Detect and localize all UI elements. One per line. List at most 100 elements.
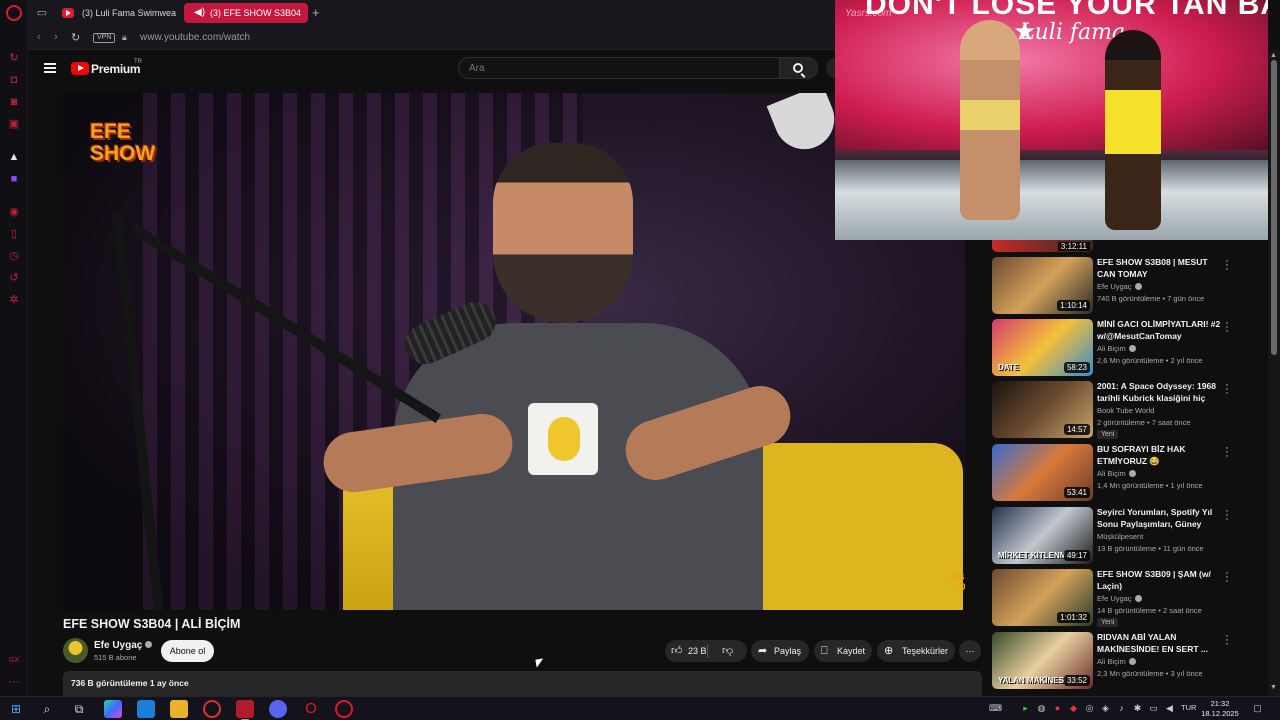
rec-item[interactable]: 1:01:32 EFE SHOW S3B09 | ŞAM (w/ Laçin) Ef… xyxy=(992,568,1242,627)
rec-more-icon[interactable]: · · · xyxy=(1224,256,1230,275)
avatar[interactable] xyxy=(63,638,88,663)
rec-more-icon[interactable]: · · · xyxy=(1224,568,1230,587)
rec-thumbnail[interactable]: MİRKET KİTLENME 49:17 xyxy=(992,507,1093,564)
rec-item[interactable]: 53:41 BU SOFRAYI BİZ HAK ETMİYORUZ 😂 #EvY… xyxy=(992,443,1242,502)
like-icon[interactable]: 👍︎ xyxy=(671,640,683,662)
new-tab-icon[interactable]: + xyxy=(312,5,320,20)
volume-icon[interactable]: ◀ xyxy=(1164,703,1175,714)
url-field[interactable]: www.youtube.com/watch xyxy=(140,32,250,43)
rec-item[interactable]: 14:57 2001: A Space Odyssey: 1968 tarihli… xyxy=(992,380,1242,439)
network-adapter-icon[interactable]: ◎ xyxy=(1084,703,1095,714)
antivirus-icon[interactable]: ◆ xyxy=(1068,703,1079,714)
opera-browser-icon[interactable] xyxy=(335,700,353,718)
clock-icon[interactable]: ◷ xyxy=(8,250,20,262)
rec-thumbnail[interactable]: 1:10:14 xyxy=(992,257,1093,314)
windows-start-icon[interactable]: ⊞ xyxy=(7,700,25,718)
rec-item[interactable]: YALAN MAKİNESİ 33:52 RIDVAN ABİ YALAN MAKİ… xyxy=(992,631,1242,690)
rec-channel[interactable]: Müşkülpesent xyxy=(1097,532,1143,541)
rec-title[interactable]: EFE SHOW S3B09 | ŞAM (w/ Laçin) xyxy=(1097,569,1221,592)
task-view-icon[interactable]: ⧉ xyxy=(70,700,88,718)
keyboard-icon[interactable]: ⌨ xyxy=(989,703,1002,714)
rec-channel[interactable]: Ali Biçim xyxy=(1097,657,1136,666)
downloads-icon[interactable]: ↺ xyxy=(8,272,20,284)
opera-logo-icon[interactable] xyxy=(6,5,22,21)
mini-player[interactable]: DON'T LOSE YOUR TAN BABE Yasrs.com ★ Lul… xyxy=(835,0,1268,240)
channel-name-text[interactable]: Efe Uygaç xyxy=(94,640,142,651)
forward-icon[interactable]: › xyxy=(54,31,58,43)
vpn-badge[interactable]: VPN xyxy=(93,33,116,43)
rec-channel[interactable]: Ali Biçim xyxy=(1097,344,1136,353)
video-editor-icon[interactable] xyxy=(236,700,254,720)
rec-title[interactable]: MİNİ GACI OLİMPİYATLARI! #2 w/@MesutCanT… xyxy=(1097,319,1221,342)
rec-channel-text[interactable]: Ali Biçim xyxy=(1097,657,1126,666)
opera-gx-icon[interactable] xyxy=(203,700,221,718)
history-icon[interactable]: ↻ xyxy=(8,52,20,64)
subscribe-button[interactable]: Abone ol xyxy=(161,640,214,662)
like-count[interactable]: 23 B xyxy=(688,640,707,662)
scroll-down-icon[interactable]: ▼ xyxy=(1270,684,1277,691)
speaker-icon[interactable]: ◀) xyxy=(194,3,205,23)
app-tray-icon[interactable]: ● xyxy=(1052,703,1063,714)
dislike-icon[interactable]: 👎︎ xyxy=(722,640,733,662)
rec-channel-text[interactable]: Efe Uygaç xyxy=(1097,282,1132,291)
rec-channel-text[interactable]: Müşkülpesent xyxy=(1097,532,1143,541)
file-explorer-icon[interactable] xyxy=(170,700,188,718)
rec-channel[interactable]: Book Tube World xyxy=(1097,406,1154,415)
clock[interactable]: 21:32 18.12.2025 xyxy=(1200,699,1240,719)
rec-thumbnail-partial[interactable]: 3:12:11 xyxy=(992,240,1093,252)
more-icon[interactable]: ⋯ xyxy=(8,676,20,688)
back-icon[interactable]: ‹ xyxy=(37,31,41,43)
rec-channel[interactable]: Ali Biçim xyxy=(1097,469,1136,478)
messenger-icon[interactable]: ◙ xyxy=(8,96,20,108)
reload-icon[interactable]: ↻ xyxy=(71,31,80,44)
settings-icon[interactable]: ✲ xyxy=(8,294,20,306)
tray-arrow-icon[interactable]: ▸ xyxy=(1020,703,1031,714)
rec-title[interactable]: RIDVAN ABİ YALAN MAKİNESİNDE! EN SERT ..… xyxy=(1097,632,1221,655)
player-icon[interactable]: ◉ xyxy=(8,206,20,218)
tab-efe-show[interactable]: ◀) (3) EFE SHOW S3B04 xyxy=(184,3,308,23)
description-box[interactable]: 736 B görüntüleme 1 ay önce xyxy=(63,671,982,696)
rec-thumbnail[interactable]: 14:57 xyxy=(992,381,1093,438)
rec-thumbnail[interactable]: 53:41 xyxy=(992,444,1093,501)
rec-channel[interactable]: Efe Uygaç xyxy=(1097,282,1142,291)
rec-channel-text[interactable]: Efe Uygaç xyxy=(1097,594,1132,603)
rec-item[interactable]: DATE 58:23 MİNİ GACI OLİMPİYATLARI! #2 w/@… xyxy=(992,318,1242,377)
rec-more-icon[interactable]: · · · xyxy=(1224,631,1230,650)
rec-channel-text[interactable]: Ali Biçim xyxy=(1097,469,1126,478)
rec-title[interactable]: Seyirci Yorumları, Spotify Yıl Sonu Payl… xyxy=(1097,507,1221,530)
rec-item[interactable]: MİRKET KİTLENME 49:17 Seyirci Yorumları, S… xyxy=(992,506,1242,565)
mic-icon[interactable]: ♪ xyxy=(1116,703,1127,714)
video-player[interactable]: EFE SHOW ABONE OL xyxy=(63,93,965,610)
rec-channel-text[interactable]: Book Tube World xyxy=(1097,406,1154,415)
scrollbar-thumb[interactable] xyxy=(1271,60,1277,355)
rec-more-icon[interactable]: · · · xyxy=(1224,506,1230,525)
scrollbar[interactable]: ▲ ▼ xyxy=(1268,50,1280,696)
search-icon[interactable]: ⌕ xyxy=(38,700,56,718)
scroll-up-icon[interactable]: ▲ xyxy=(1270,52,1277,59)
network-icon[interactable]: ▭ xyxy=(1148,703,1159,714)
rec-title[interactable]: 2001: A Space Odyssey: 1968 tarihli Kubr… xyxy=(1097,381,1221,404)
discord-icon[interactable] xyxy=(269,700,287,718)
edge-icon[interactable] xyxy=(137,700,155,718)
copilot-icon[interactable] xyxy=(104,700,122,718)
rec-more-icon[interactable]: · · · xyxy=(1224,443,1230,462)
input-language[interactable]: TUR xyxy=(1181,703,1196,712)
lock-icon[interactable]: 🔒︎ xyxy=(122,32,127,43)
share-button[interactable]: ➦ Paylaş xyxy=(751,640,809,662)
save-button[interactable]: ⎕ Kaydet xyxy=(814,640,872,662)
rec-more-icon[interactable]: · · · xyxy=(1224,318,1230,337)
gx-icon[interactable]: GX xyxy=(8,655,20,667)
youtube-logo-icon[interactable] xyxy=(71,62,89,75)
instagram-icon[interactable]: ▣ xyxy=(8,118,20,130)
rec-thumbnail[interactable]: YALAN MAKİNESİ 33:52 xyxy=(992,632,1093,689)
tab-manager-icon[interactable]: ▭ xyxy=(36,7,48,19)
rec-channel-text[interactable]: Ali Biçim xyxy=(1097,344,1126,353)
channel-name[interactable]: Efe Uygaç xyxy=(94,640,153,651)
search-box[interactable] xyxy=(458,57,780,79)
rec-title[interactable]: BU SOFRAYI BİZ HAK ETMİYORUZ 😂 #EvYemekl… xyxy=(1097,444,1221,467)
rec-more-icon[interactable]: · · · xyxy=(1224,380,1230,399)
search-input[interactable] xyxy=(469,61,769,76)
security-icon[interactable]: ◈ xyxy=(1100,703,1111,714)
rec-channel[interactable]: Efe Uygaç xyxy=(1097,594,1142,603)
game-icon[interactable]: ◍ xyxy=(1036,703,1047,714)
